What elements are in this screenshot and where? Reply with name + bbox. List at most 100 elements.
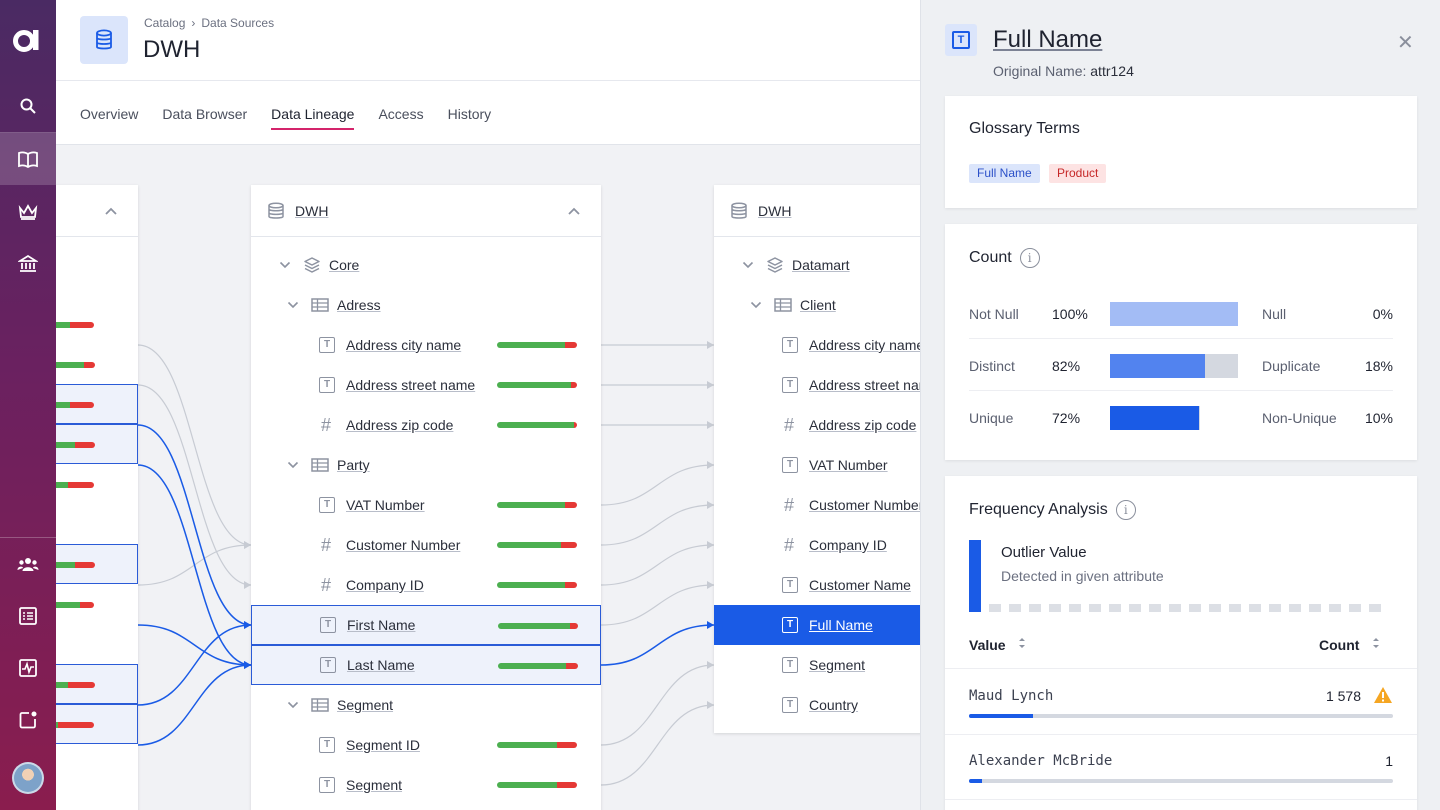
chevron-down-icon[interactable] xyxy=(287,301,299,309)
tab-data-lineage[interactable]: Data Lineage xyxy=(271,106,354,130)
bank-icon[interactable] xyxy=(0,238,56,290)
panel-title[interactable]: Full Name xyxy=(993,26,1102,54)
lineage-row-text[interactable]: TAddress city name xyxy=(251,325,601,365)
lineage-row-text[interactable]: TCountry xyxy=(714,685,920,725)
lineage-row-text[interactable]: TAddress street name xyxy=(714,365,920,405)
quality-valid-segment xyxy=(56,402,70,408)
attribute-name[interactable]: Last Name xyxy=(347,657,415,673)
chevron-down-icon[interactable] xyxy=(742,261,754,269)
lineage-row-text[interactable]: TFull Name xyxy=(714,605,920,645)
table-name[interactable]: Adress xyxy=(337,297,381,313)
attribute-name[interactable]: Country xyxy=(809,697,858,713)
search-icon[interactable] xyxy=(0,80,56,132)
tab-access[interactable]: Access xyxy=(378,106,423,130)
lineage-row-number[interactable]: #Company ID xyxy=(714,525,920,565)
tab-overview[interactable]: Overview xyxy=(80,106,138,130)
chevron-down-icon[interactable] xyxy=(750,301,762,309)
sort-icon[interactable] xyxy=(1371,637,1381,653)
lineage-row-number[interactable]: #Address zip code xyxy=(714,405,920,445)
lineage-row-text[interactable]: TVAT Number xyxy=(251,485,601,525)
lineage-row-text[interactable]: TVAT Number xyxy=(714,445,920,485)
lineage-row-schema[interactable]: Core xyxy=(251,245,601,285)
quality-valid-segment xyxy=(56,602,80,608)
users-icon[interactable] xyxy=(0,538,56,590)
lineage-row-text[interactable]: TSegment xyxy=(714,645,920,685)
lineage-link-active xyxy=(601,625,714,665)
lineage-row-table[interactable]: Client xyxy=(714,285,920,325)
card-title[interactable]: DWH xyxy=(295,203,328,219)
lineage-row-text[interactable]: TSegment xyxy=(251,765,601,805)
lineage-row-text[interactable]: TCustomer Name xyxy=(714,565,920,605)
lineage-row-text[interactable]: TAddress street name xyxy=(251,365,601,405)
attribute-name[interactable]: Segment xyxy=(809,657,865,673)
chevron-down-icon[interactable] xyxy=(287,461,299,469)
glossary-terms-card: Glossary Terms Full Name Product xyxy=(945,96,1417,208)
warning-icon[interactable] xyxy=(1373,686,1393,709)
attribute-name[interactable]: Company ID xyxy=(809,537,887,553)
frequency-value[interactable]: Alexander McBride xyxy=(969,753,1112,769)
user-avatar[interactable] xyxy=(12,762,44,794)
frequency-value[interactable]: Maud Lynch xyxy=(969,688,1053,704)
sort-icon[interactable] xyxy=(1017,637,1027,653)
lineage-row-text[interactable]: TFirst Name xyxy=(251,605,601,645)
lineage-row-schema[interactable]: Datamart xyxy=(714,245,920,285)
attribute-name[interactable]: Customer Name xyxy=(809,577,911,593)
lineage-canvas[interactable]: DWH CoreAdressTAddress city nameTAddress… xyxy=(56,145,920,810)
table-name[interactable]: Client xyxy=(800,297,836,313)
tab-data-browser[interactable]: Data Browser xyxy=(162,106,247,130)
attribute-name[interactable]: Address city name xyxy=(346,337,461,353)
lineage-row-number[interactable]: #Customer Number xyxy=(714,485,920,525)
attribute-name[interactable]: VAT Number xyxy=(809,457,888,473)
lineage-row-table[interactable]: Segment xyxy=(251,685,601,725)
lineage-row-table[interactable]: Party xyxy=(251,445,601,485)
breadcrumb-catalog[interactable]: Catalog xyxy=(144,16,185,30)
attribute-name[interactable]: Address city name xyxy=(809,337,920,353)
attribute-name[interactable]: Customer Number xyxy=(346,537,460,553)
lineage-row-table[interactable]: Adress xyxy=(251,285,601,325)
close-icon[interactable]: ✕ xyxy=(1397,30,1414,55)
glossary-tag[interactable]: Product xyxy=(1049,164,1106,183)
lineage-row-text[interactable]: TSegment ID xyxy=(251,725,601,765)
chevron-down-icon[interactable] xyxy=(287,701,299,709)
chevron-up-icon[interactable] xyxy=(104,206,118,216)
monitor-chart-icon[interactable] xyxy=(0,642,56,694)
app-logo-icon[interactable] xyxy=(0,14,56,66)
card-title[interactable]: DWH xyxy=(758,203,791,219)
attribute-name[interactable]: First Name xyxy=(347,617,415,633)
frequency-bar xyxy=(969,779,1393,783)
list-icon[interactable] xyxy=(0,590,56,642)
table-name[interactable]: Segment xyxy=(337,697,393,713)
count-column-header[interactable]: Count xyxy=(1319,636,1381,653)
chevron-up-icon[interactable] xyxy=(567,206,581,216)
lineage-row-text[interactable]: TAddress city name xyxy=(714,325,920,365)
tab-history[interactable]: History xyxy=(448,106,492,130)
breadcrumb-data-sources[interactable]: Data Sources xyxy=(201,16,274,30)
chevron-down-icon[interactable] xyxy=(279,261,291,269)
attribute-name[interactable]: Address zip code xyxy=(809,417,916,433)
schema-name[interactable]: Datamart xyxy=(792,257,850,273)
attribute-name[interactable]: Customer Number xyxy=(809,497,920,513)
attribute-name[interactable]: Segment xyxy=(346,777,402,793)
lineage-row-number[interactable]: #Company ID xyxy=(251,565,601,605)
attribute-name[interactable]: Segment ID xyxy=(346,737,420,753)
notifications-icon[interactable] xyxy=(0,694,56,746)
attribute-name[interactable]: Address street name xyxy=(346,377,475,393)
attribute-name[interactable]: Address street name xyxy=(809,377,920,393)
schema-name[interactable]: Core xyxy=(329,257,359,273)
value-column-header[interactable]: Value xyxy=(969,636,1027,653)
lineage-node-card-dwh-core: DWH Core Adress TAddress city nameTAddress… xyxy=(251,185,601,810)
lineage-row-text[interactable]: TLast Name xyxy=(251,645,601,685)
attribute-name[interactable]: Full Name xyxy=(809,617,873,633)
attribute-name[interactable]: Company ID xyxy=(346,577,424,593)
table-name[interactable]: Party xyxy=(337,457,370,473)
glossary-tag[interactable]: Full Name xyxy=(969,164,1040,183)
attribute-name[interactable]: Address zip code xyxy=(346,417,453,433)
attribute-name[interactable]: VAT Number xyxy=(346,497,425,513)
distribution-cell xyxy=(1069,604,1081,612)
info-icon[interactable]: i xyxy=(1020,248,1040,268)
lineage-row-number[interactable]: #Address zip code xyxy=(251,405,601,445)
info-icon[interactable]: i xyxy=(1116,500,1136,520)
lineage-row-number[interactable]: #Customer Number xyxy=(251,525,601,565)
catalog-book-icon[interactable] xyxy=(0,133,56,185)
crown-icon[interactable] xyxy=(0,186,56,238)
